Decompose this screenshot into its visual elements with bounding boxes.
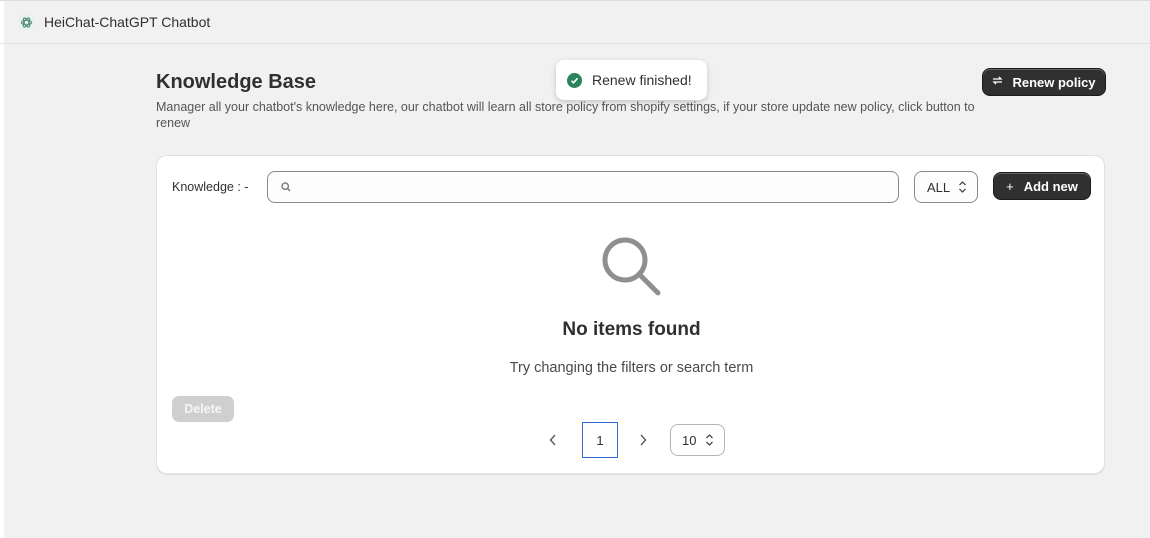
page-size-value: 10 xyxy=(682,432,697,448)
renew-policy-label: Renew policy xyxy=(1012,74,1096,90)
type-filter-select[interactable]: ALL xyxy=(914,171,978,203)
openai-logo-icon xyxy=(18,13,35,31)
previous-page-icon[interactable] xyxy=(549,434,557,446)
current-page[interactable]: 1 xyxy=(582,422,618,458)
search-empty-icon xyxy=(599,234,663,303)
plus-icon: + xyxy=(1006,178,1014,194)
next-page-icon[interactable] xyxy=(639,434,647,446)
left-edge xyxy=(0,0,4,538)
add-new-label: Add new xyxy=(1023,178,1078,194)
select-chevron-icon xyxy=(705,433,714,447)
check-circle-icon xyxy=(567,72,582,88)
app-header: HeiChat-ChatGPT Chatbot xyxy=(0,0,1150,44)
toast-notification: Renew finished! xyxy=(556,60,707,100)
page-description: Manager all your chatbot's knowledge her… xyxy=(156,100,975,130)
delete-button[interactable]: Delete xyxy=(172,396,234,422)
toast-message: Renew finished! xyxy=(592,72,692,88)
empty-state-title: No items found xyxy=(562,319,701,340)
knowledge-label: Knowledge : - xyxy=(172,180,249,194)
search-field[interactable] xyxy=(267,171,899,203)
page-title: Knowledge Base xyxy=(156,71,317,93)
renew-policy-button[interactable]: Renew policy xyxy=(983,69,1105,95)
knowledge-card: Knowledge : - ALL + Add new No items fou… xyxy=(156,155,1105,474)
add-new-button[interactable]: + Add new xyxy=(994,173,1090,199)
refresh-icon xyxy=(992,75,1004,89)
select-chevron-icon xyxy=(958,180,967,194)
search-input[interactable] xyxy=(297,172,898,202)
filter-value: ALL xyxy=(927,179,951,195)
page-size-select[interactable]: 10 xyxy=(670,424,725,456)
app-title: HeiChat-ChatGPT Chatbot xyxy=(44,14,211,30)
search-icon xyxy=(281,182,291,192)
empty-state-subtitle: Try changing the filters or search term xyxy=(509,360,754,376)
